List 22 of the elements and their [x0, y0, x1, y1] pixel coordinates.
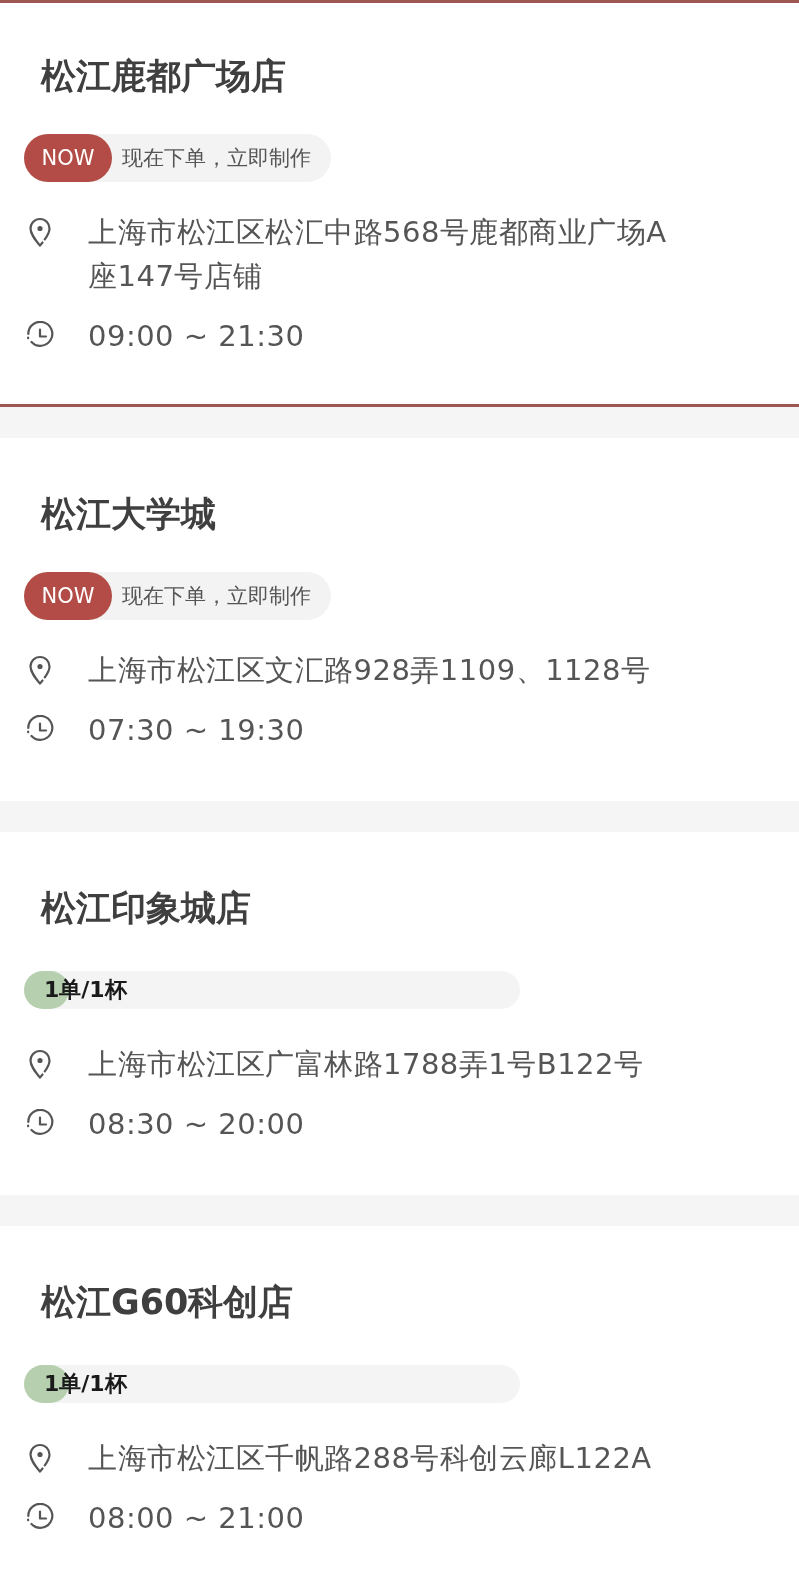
- store-card[interactable]: 松江大学城 NOW 现在下单，立即制作 上海市松江区文汇路928弄1109、1128号 07:30 ~ 19:30: [0, 438, 799, 801]
- opening-hours: 07:30 ~ 19:30: [88, 712, 305, 749]
- promo-text: 现在下单，立即制作: [122, 583, 311, 610]
- now-tag: NOW: [24, 572, 112, 620]
- store-card[interactable]: 松江印象城店 1单/1杯 上海市松江区广富林路1788弄1号B122号 08:30 ~ 20:00: [0, 832, 799, 1195]
- store-address: 上海市松江区千帆路288号科创云廊L122A: [88, 1440, 652, 1477]
- order-count: 1单/1杯: [44, 976, 127, 1004]
- store-address: 上海市松江区松汇中路568号鹿都商业广场A座147号店铺: [88, 214, 668, 295]
- opening-hours: 08:30 ~ 20:00: [88, 1106, 305, 1143]
- store-name: 松江大学城: [41, 493, 216, 536]
- store-address: 上海市松江区广富林路1788弄1号B122号: [88, 1046, 644, 1083]
- promo-text: 现在下单，立即制作: [122, 145, 311, 172]
- order-count: 1单/1杯: [44, 1370, 127, 1398]
- opening-hours: 09:00 ~ 21:30: [88, 318, 305, 355]
- store-card[interactable]: 松江鹿都广场店 NOW 现在下单，立即制作 上海市松江区松汇中路568号鹿都商业广场A座147号店铺 09:00 ~ 21:30: [0, 0, 799, 407]
- store-address: 上海市松江区文汇路928弄1109、1128号: [88, 652, 651, 689]
- store-name: 松江鹿都广场店: [41, 55, 286, 98]
- store-card[interactable]: 松江G60科创店 1单/1杯 上海市松江区千帆路288号科创云廊L122A 08:00 ~ 21:00: [0, 1226, 799, 1579]
- opening-hours: 08:00 ~ 21:00: [88, 1500, 305, 1537]
- store-name: 松江印象城店: [41, 887, 251, 930]
- now-tag: NOW: [24, 134, 112, 182]
- store-name: 松江G60科创店: [41, 1281, 294, 1324]
